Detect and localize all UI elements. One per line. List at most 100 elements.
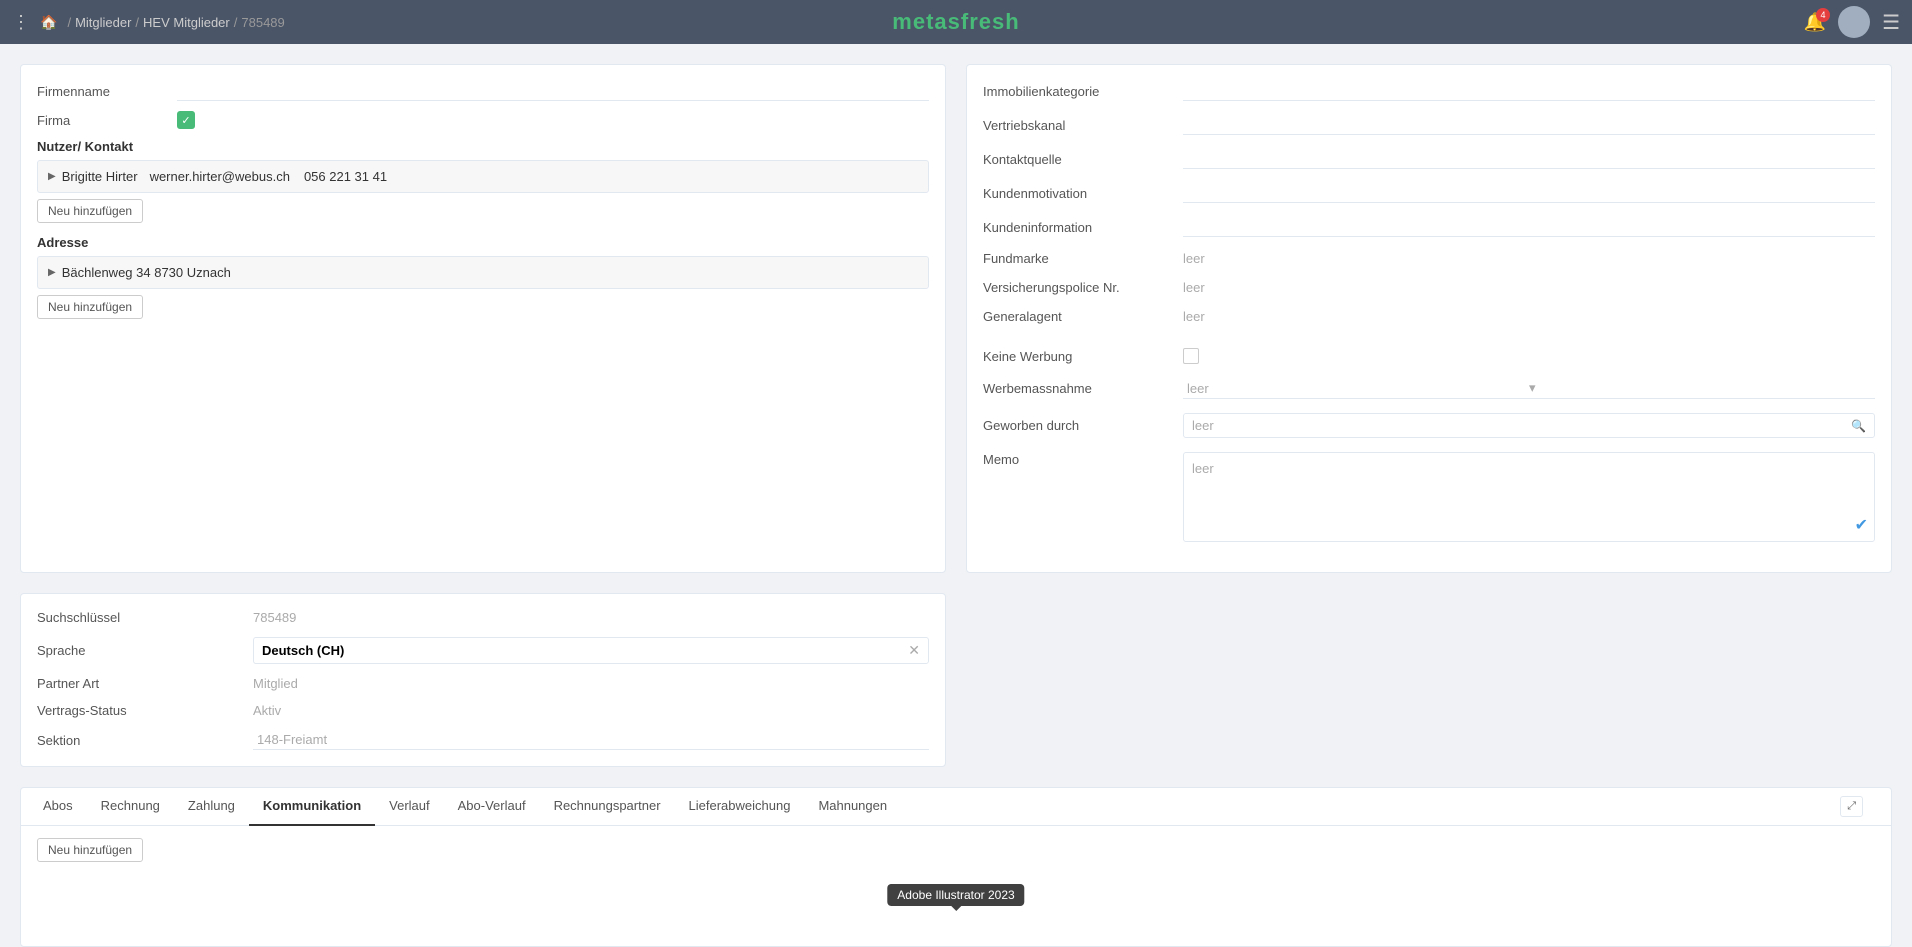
kontaktquelle-value <box>1183 149 1875 169</box>
tab-rechnungspartner[interactable]: Rechnungspartner <box>540 788 675 826</box>
sektion-input[interactable] <box>253 730 929 750</box>
clear-icon[interactable]: ✕ <box>908 642 920 659</box>
tab-abos[interactable]: Abos <box>29 788 87 826</box>
chevron-right-icon: ▶ <box>48 171 56 182</box>
notification-badge: 4 <box>1816 8 1830 22</box>
generalagent-label: Generalagent <box>983 309 1183 324</box>
suchschluessel-label: Suchschlüssel <box>37 610 237 625</box>
keine-werbung-checkbox[interactable] <box>1183 348 1199 364</box>
tooltip-box: Adobe Illustrator 2023 <box>887 884 1024 906</box>
tab-abo-verlauf[interactable]: Abo-Verlauf <box>444 788 540 826</box>
breadcrumb: / Mitglieder / HEV Mitglieder / 785489 <box>67 15 284 30</box>
vertrags-status-value: Aktiv <box>253 703 929 718</box>
vertriebskanal-value <box>1183 115 1875 135</box>
breadcrumb-hev[interactable]: HEV Mitglieder <box>143 15 230 30</box>
breadcrumb-separator: / <box>234 15 238 30</box>
app-logo: metasfresh <box>892 9 1019 35</box>
firma-checkbox[interactable]: ✓ <box>177 111 195 129</box>
contact-row[interactable]: ▶ Brigitte Hirter werner.hirter@webus.ch… <box>37 160 929 193</box>
kundeninformation-row: Kundeninformation <box>983 217 1875 237</box>
address-row[interactable]: ▶ Bächlenweg 34 8730 Uznach <box>37 256 929 289</box>
versicherungspolice-label: Versicherungspolice Nr. <box>983 280 1183 295</box>
vertriebskanal-label: Vertriebskanal <box>983 118 1183 133</box>
versicherungspolice-value: leer <box>1183 280 1875 295</box>
kundeninformation-value <box>1183 217 1875 237</box>
tab-lieferabweichung[interactable]: Lieferabweichung <box>675 788 805 826</box>
geworben-durch-row: Geworben durch 🔍 <box>983 413 1875 438</box>
chevron-right-icon-2: ▶ <box>48 267 56 278</box>
tab-mahnungen[interactable]: Mahnungen <box>804 788 901 826</box>
user-avatar[interactable] <box>1838 6 1870 38</box>
firma-row: Firma ✓ <box>37 111 929 129</box>
memo-row: Memo leer ✔ <box>983 452 1875 542</box>
kontaktquelle-row: Kontaktquelle <box>983 149 1875 169</box>
contact-email: werner.hirter@webus.ch <box>150 169 290 184</box>
breadcrumb-id: 785489 <box>241 15 284 30</box>
chevron-down-icon: ▾ <box>1529 380 1871 396</box>
right-top-card: Immobilienkategorie Vertriebskanal Konta… <box>966 64 1892 573</box>
main-content: Firmenname Firma ✓ Nutzer/ Kontakt ▶ Bri… <box>0 44 1912 787</box>
nutzer-kontakt-section: Nutzer/ Kontakt ▶ Brigitte Hirter werner… <box>37 139 929 235</box>
bottom-right-placeholder <box>966 593 1892 767</box>
tabs-bar: Abos Rechnung Zahlung Kommunikation Verl… <box>21 788 1891 826</box>
bottom-left-grid: Suchschlüssel 785489 Sprache ✕ Partner A… <box>37 610 929 750</box>
keine-werbung-row: Keine Werbung <box>983 348 1875 364</box>
fundmarke-label: Fundmarke <box>983 251 1183 266</box>
topnav-right: 🔔 4 ☰ <box>1804 6 1900 38</box>
tab-neu-hinzufuegen-button[interactable]: Neu hinzufügen <box>37 838 143 862</box>
tab-zahlung[interactable]: Zahlung <box>174 788 249 826</box>
menu-dots-icon[interactable]: ⋮ <box>12 12 30 33</box>
bottom-left-card: Suchschlüssel 785489 Sprache ✕ Partner A… <box>20 593 946 767</box>
memo-textarea-wrap: leer ✔ <box>1183 452 1875 542</box>
vertrags-status-label: Vertrags-Status <box>37 703 237 718</box>
partner-art-value: Mitglied <box>253 676 929 691</box>
breadcrumb-separator: / <box>135 15 139 30</box>
memo-value: leer <box>1192 461 1214 476</box>
address-text: Bächlenweg 34 8730 Uznach <box>62 265 231 280</box>
firma-label: Firma <box>37 113 177 128</box>
vertriebskanal-row: Vertriebskanal <box>983 115 1875 135</box>
neu-hinzufuegen-button-2[interactable]: Neu hinzufügen <box>37 295 143 319</box>
fullscreen-button[interactable]: ⤢ <box>1840 796 1863 817</box>
adresse-section: Adresse ▶ Bächlenweg 34 8730 Uznach Neu … <box>37 235 929 331</box>
sprache-label: Sprache <box>37 643 237 658</box>
breadcrumb-mitglieder[interactable]: Mitglieder <box>75 15 131 30</box>
kundenmotivation-label: Kundenmotivation <box>983 186 1183 201</box>
kundenmotivation-value <box>1183 183 1875 203</box>
breadcrumb-separator: / <box>67 15 71 30</box>
werbemassnahme-row: Werbemassnahme leer ▾ <box>983 378 1875 399</box>
immobilienkategorie-row: Immobilienkategorie <box>983 81 1875 101</box>
neu-hinzufuegen-button-1[interactable]: Neu hinzufügen <box>37 199 143 223</box>
sprache-input-wrap: ✕ <box>253 637 929 664</box>
tab-kommunikation[interactable]: Kommunikation <box>249 788 375 826</box>
fundmarke-value: leer <box>1183 251 1875 266</box>
geworben-durch-input[interactable] <box>1192 418 1851 433</box>
sektion-label: Sektion <box>37 733 237 748</box>
memo-check-icon: ✔ <box>1855 515 1868 535</box>
suchschluessel-value: 785489 <box>253 610 929 625</box>
contact-name: Brigitte Hirter <box>62 169 138 184</box>
tabs-section: Abos Rechnung Zahlung Kommunikation Verl… <box>20 787 1892 947</box>
generalagent-row: Generalagent leer <box>983 309 1875 324</box>
tab-verlauf[interactable]: Verlauf <box>375 788 443 826</box>
geworben-durch-label: Geworben durch <box>983 418 1183 433</box>
keine-werbung-label: Keine Werbung <box>983 349 1183 364</box>
werbemassnahme-select[interactable]: leer ▾ <box>1183 378 1875 399</box>
kontaktquelle-label: Kontaktquelle <box>983 152 1183 167</box>
generalagent-value: leer <box>1183 309 1875 324</box>
sprache-input[interactable] <box>262 643 908 658</box>
geworben-durch-input-wrap: 🔍 <box>1183 413 1875 438</box>
partner-art-label: Partner Art <box>37 676 237 691</box>
werbemassnahme-value: leer <box>1187 381 1529 396</box>
tab-rechnung[interactable]: Rechnung <box>87 788 174 826</box>
left-top-card: Firmenname Firma ✓ Nutzer/ Kontakt ▶ Bri… <box>20 64 946 573</box>
nutzer-kontakt-label: Nutzer/ Kontakt <box>37 139 929 154</box>
hamburger-menu-icon[interactable]: ☰ <box>1882 10 1900 35</box>
firmenname-row: Firmenname <box>37 81 929 101</box>
werbemassnahme-label: Werbemassnahme <box>983 381 1183 396</box>
versicherungspolice-row: Versicherungspolice Nr. leer <box>983 280 1875 295</box>
contact-phone: 056 221 31 41 <box>304 169 387 184</box>
notification-button[interactable]: 🔔 4 <box>1804 12 1826 33</box>
memo-label: Memo <box>983 452 1183 467</box>
home-icon[interactable]: 🏠 <box>40 14 57 31</box>
